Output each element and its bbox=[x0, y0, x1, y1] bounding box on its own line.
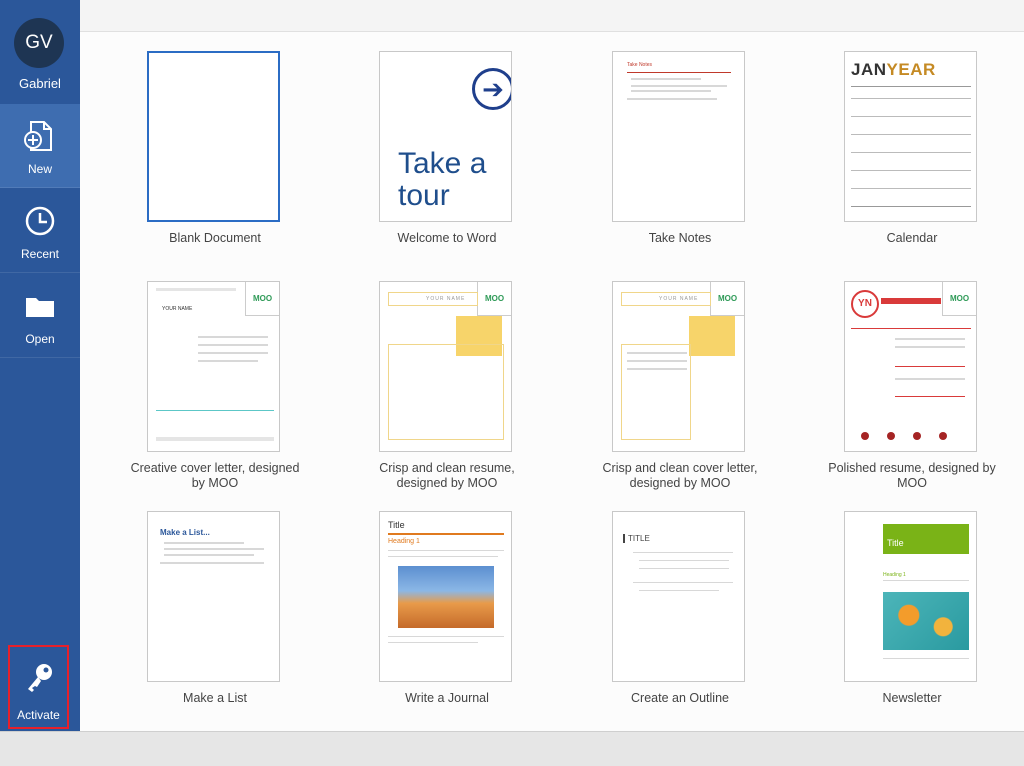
activate-button[interactable]: Activate bbox=[8, 645, 69, 729]
nav-recent[interactable]: Recent bbox=[0, 189, 80, 273]
template-caption: Welcome to Word bbox=[397, 231, 497, 245]
template-thumbnail[interactable] bbox=[147, 51, 280, 222]
thumb-title: JANYEAR bbox=[851, 60, 936, 79]
template-caption: Blank Document bbox=[169, 231, 261, 245]
template-caption: Calendar bbox=[886, 231, 938, 245]
thumb-title: Make a List... bbox=[160, 528, 210, 537]
thumb-title: Take Notes bbox=[627, 62, 653, 68]
food-photo bbox=[883, 592, 969, 650]
nav-new-label: New bbox=[27, 162, 52, 176]
template-caption: Write a Journal bbox=[405, 691, 489, 705]
template-caption: Crisp and clean resume, designed by MOO bbox=[379, 461, 515, 490]
template-caption: Take Notes bbox=[648, 231, 712, 245]
template-thumbnail[interactable]: MOO YOUR NAME bbox=[147, 281, 280, 452]
template-caption: Newsletter bbox=[882, 691, 942, 705]
template-caption: Make a List bbox=[183, 691, 247, 705]
nav-open-label: Open bbox=[25, 332, 55, 346]
template-thumbnail[interactable]: Take Notes bbox=[612, 51, 745, 222]
clock-icon bbox=[25, 206, 55, 236]
template-caption: Polished resume, designed by MOO bbox=[828, 461, 996, 490]
sidebar: GV Gabriel New Recent Open Activate bbox=[0, 0, 80, 731]
template-thumbnail[interactable]: Make a List... bbox=[147, 511, 280, 682]
folder-icon bbox=[26, 298, 54, 317]
template-thumbnail[interactable]: Title Heading 1 bbox=[379, 511, 512, 682]
thumb-title: YN bbox=[851, 290, 879, 318]
key-icon bbox=[28, 664, 52, 692]
new-document-icon bbox=[24, 121, 52, 151]
template-caption: Crisp and clean cover letter, designed b… bbox=[602, 461, 758, 490]
thumb-title: Take a tour bbox=[398, 147, 487, 212]
activate-label: Activate bbox=[17, 708, 60, 722]
moo-badge: MOO bbox=[477, 282, 511, 316]
moo-badge: MOO bbox=[942, 282, 976, 316]
landscape-photo bbox=[398, 566, 494, 628]
moo-badge: MOO bbox=[245, 282, 279, 316]
template-thumbnail[interactable]: JANYEAR bbox=[844, 51, 977, 222]
template-thumbnail[interactable]: TITLE bbox=[612, 511, 745, 682]
thumb-title: YOUR NAME bbox=[162, 306, 193, 312]
nav-new[interactable]: New bbox=[0, 104, 80, 188]
nav-open[interactable]: Open bbox=[0, 274, 80, 358]
template-caption: Creative cover letter, designed by MOO bbox=[130, 461, 300, 490]
thumb-title: Title bbox=[388, 520, 405, 530]
moo-badge: MOO bbox=[710, 282, 744, 316]
top-bar bbox=[80, 0, 1024, 32]
template-thumbnail[interactable]: ➔ Take a tour bbox=[379, 51, 512, 222]
arrow-right-icon: ➔ bbox=[472, 68, 511, 110]
template-thumbnail[interactable]: Title Heading 1 bbox=[844, 511, 977, 682]
status-bar bbox=[0, 731, 1024, 766]
avatar[interactable]: GV bbox=[14, 18, 64, 68]
template-thumbnail[interactable]: MOO YOUR NAME bbox=[379, 281, 512, 452]
template-thumbnail[interactable]: MOO YOUR NAME bbox=[612, 281, 745, 452]
nav-recent-label: Recent bbox=[20, 247, 60, 261]
thumb-title: TITLE bbox=[623, 534, 650, 543]
thumb-title: Title bbox=[883, 524, 969, 554]
template-gallery: Blank Document ➔ Take a tour Welcome to … bbox=[80, 0, 1024, 731]
thumb-heading: Heading 1 bbox=[883, 572, 906, 578]
template-caption: Create an Outline bbox=[631, 691, 729, 705]
template-thumbnail[interactable]: YN MOO bbox=[844, 281, 977, 452]
user-profile[interactable]: GV Gabriel bbox=[0, 0, 80, 104]
thumb-heading: Heading 1 bbox=[388, 538, 420, 545]
user-name: Gabriel bbox=[19, 76, 61, 91]
